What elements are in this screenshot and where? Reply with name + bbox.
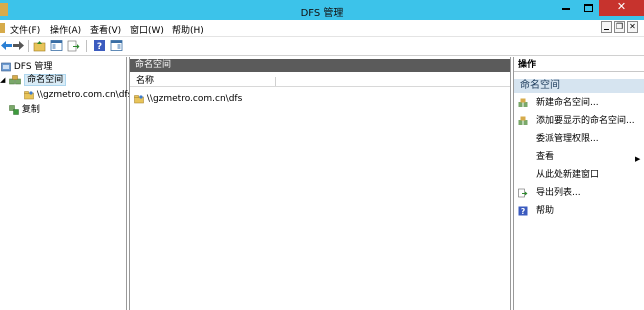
add-namespace-icon (518, 116, 528, 125)
action-section-namespaces[interactable]: 命名空间 (514, 79, 644, 93)
action-label: 新建命名空间... (536, 98, 599, 108)
svg-text:?: ? (521, 207, 525, 216)
tree-label: DFS 管理 (13, 62, 53, 72)
restore-icon: ❐ (615, 22, 624, 31)
tree-label: 复制 (21, 105, 40, 115)
toolbar: ? (0, 37, 644, 56)
results-pane: 命名空间 名称 \\gzmetro.com.cn\dfs (129, 57, 511, 310)
minimize-icon (562, 8, 570, 10)
action-label: 从此处新建窗口 (536, 170, 600, 180)
action-pane-title: 操作 (514, 59, 644, 72)
menu-action[interactable]: 操作(A) (50, 23, 81, 36)
window-title: DFS 管理 (300, 8, 344, 19)
mdi-close-button[interactable]: ✕ (627, 21, 638, 33)
action-label: 导出列表... (536, 188, 581, 198)
maximize-button[interactable] (577, 0, 599, 16)
show-hide-action-pane-icon[interactable] (110, 39, 123, 52)
tree-item-dfs-management[interactable]: DFS 管理 (1, 61, 52, 73)
action-pane: 操作 命名空间 新建命名空间... 添加要显示的命名空间... 委派管理权限..… (513, 57, 644, 310)
tree-item-replication[interactable]: 复制 (9, 104, 40, 116)
new-namespace-icon (518, 98, 528, 107)
list-item[interactable]: \\gzmetro.com.cn\dfs (134, 93, 242, 105)
tree-label: \\gzmetro.com.cn\dfs (36, 90, 133, 100)
action-label: 委派管理权限... (536, 134, 599, 144)
replication-icon (9, 104, 19, 115)
menu-file[interactable]: 文件(F) (10, 23, 40, 36)
close-icon: ✕ (629, 22, 636, 31)
mdi-minimize-button[interactable] (601, 21, 612, 33)
action-view[interactable]: 查看 (518, 151, 554, 163)
namespace-icon (9, 74, 22, 84)
forward-arrow-icon[interactable] (12, 39, 25, 52)
dfs-management-icon (1, 62, 11, 71)
menu-view[interactable]: 查看(V) (90, 23, 121, 36)
pane-header: 命名空间 (130, 59, 510, 72)
maximize-icon (583, 4, 593, 12)
action-help[interactable]: ? 帮助 (518, 205, 554, 217)
menu-app-icon (0, 23, 5, 33)
action-export-list[interactable]: 导出列表... (518, 187, 581, 199)
action-label: 查看 (536, 152, 555, 162)
toolbar-separator (28, 40, 29, 52)
collapse-arrow-icon[interactable]: ◢ (0, 76, 5, 84)
show-hide-tree-icon[interactable] (50, 39, 63, 52)
tree-item-namespace-path[interactable]: \\gzmetro.com.cn\dfs (24, 89, 132, 101)
column-divider[interactable] (275, 77, 276, 86)
list-item-label: \\gzmetro.com.cn\dfs (146, 94, 243, 104)
console-tree: DFS 管理 ◢ 命名空间 \\gzmetro.com.cn\dfs 复制 (0, 57, 132, 310)
namespace-folder-icon (134, 94, 144, 103)
mdi-restore-button[interactable]: ❐ (614, 21, 625, 33)
minimize-icon (604, 29, 609, 30)
action-delegate-permissions[interactable]: 委派管理权限... (518, 133, 599, 145)
toolbar-separator (86, 40, 87, 52)
minimize-button[interactable] (555, 0, 577, 16)
action-new-namespace[interactable]: 新建命名空间... (518, 97, 599, 109)
tree-item-namespaces[interactable]: ◢ 命名空间 (0, 74, 67, 86)
export-list-icon (518, 188, 528, 197)
menu-window[interactable]: 窗口(W) (130, 23, 164, 36)
export-icon[interactable] (67, 39, 80, 52)
action-label: 添加要显示的命名空间... (536, 116, 635, 126)
action-add-namespace-to-display[interactable]: 添加要显示的命名空间... (518, 115, 635, 127)
submenu-arrow-icon: ▶ (635, 155, 641, 163)
menu-bar: 文件(F) 操作(A) 查看(V) 窗口(W) 帮助(H) ❐ ✕ (0, 20, 644, 37)
action-label: 帮助 (536, 206, 555, 216)
svg-text:?: ? (97, 42, 102, 52)
up-folder-icon[interactable] (33, 39, 46, 52)
column-header-name[interactable]: 名称 (130, 75, 510, 87)
close-button[interactable]: ✕ (599, 0, 644, 16)
namespace-folder-icon (24, 90, 34, 99)
help-icon[interactable]: ? (93, 39, 106, 52)
close-icon: ✕ (616, 0, 627, 13)
title-bar[interactable]: DFS 管理 ✕ (0, 0, 644, 20)
dfs-management-window: DFS 管理 ✕ 文件(F) 操作(A) 查看(V) 窗口(W) 帮助(H) ❐… (0, 0, 644, 310)
action-new-window-from-here[interactable]: 从此处新建窗口 (518, 169, 599, 181)
menu-help[interactable]: 帮助(H) (172, 23, 204, 36)
tree-label: 命名空间 (24, 74, 67, 86)
help-icon: ? (518, 206, 528, 216)
